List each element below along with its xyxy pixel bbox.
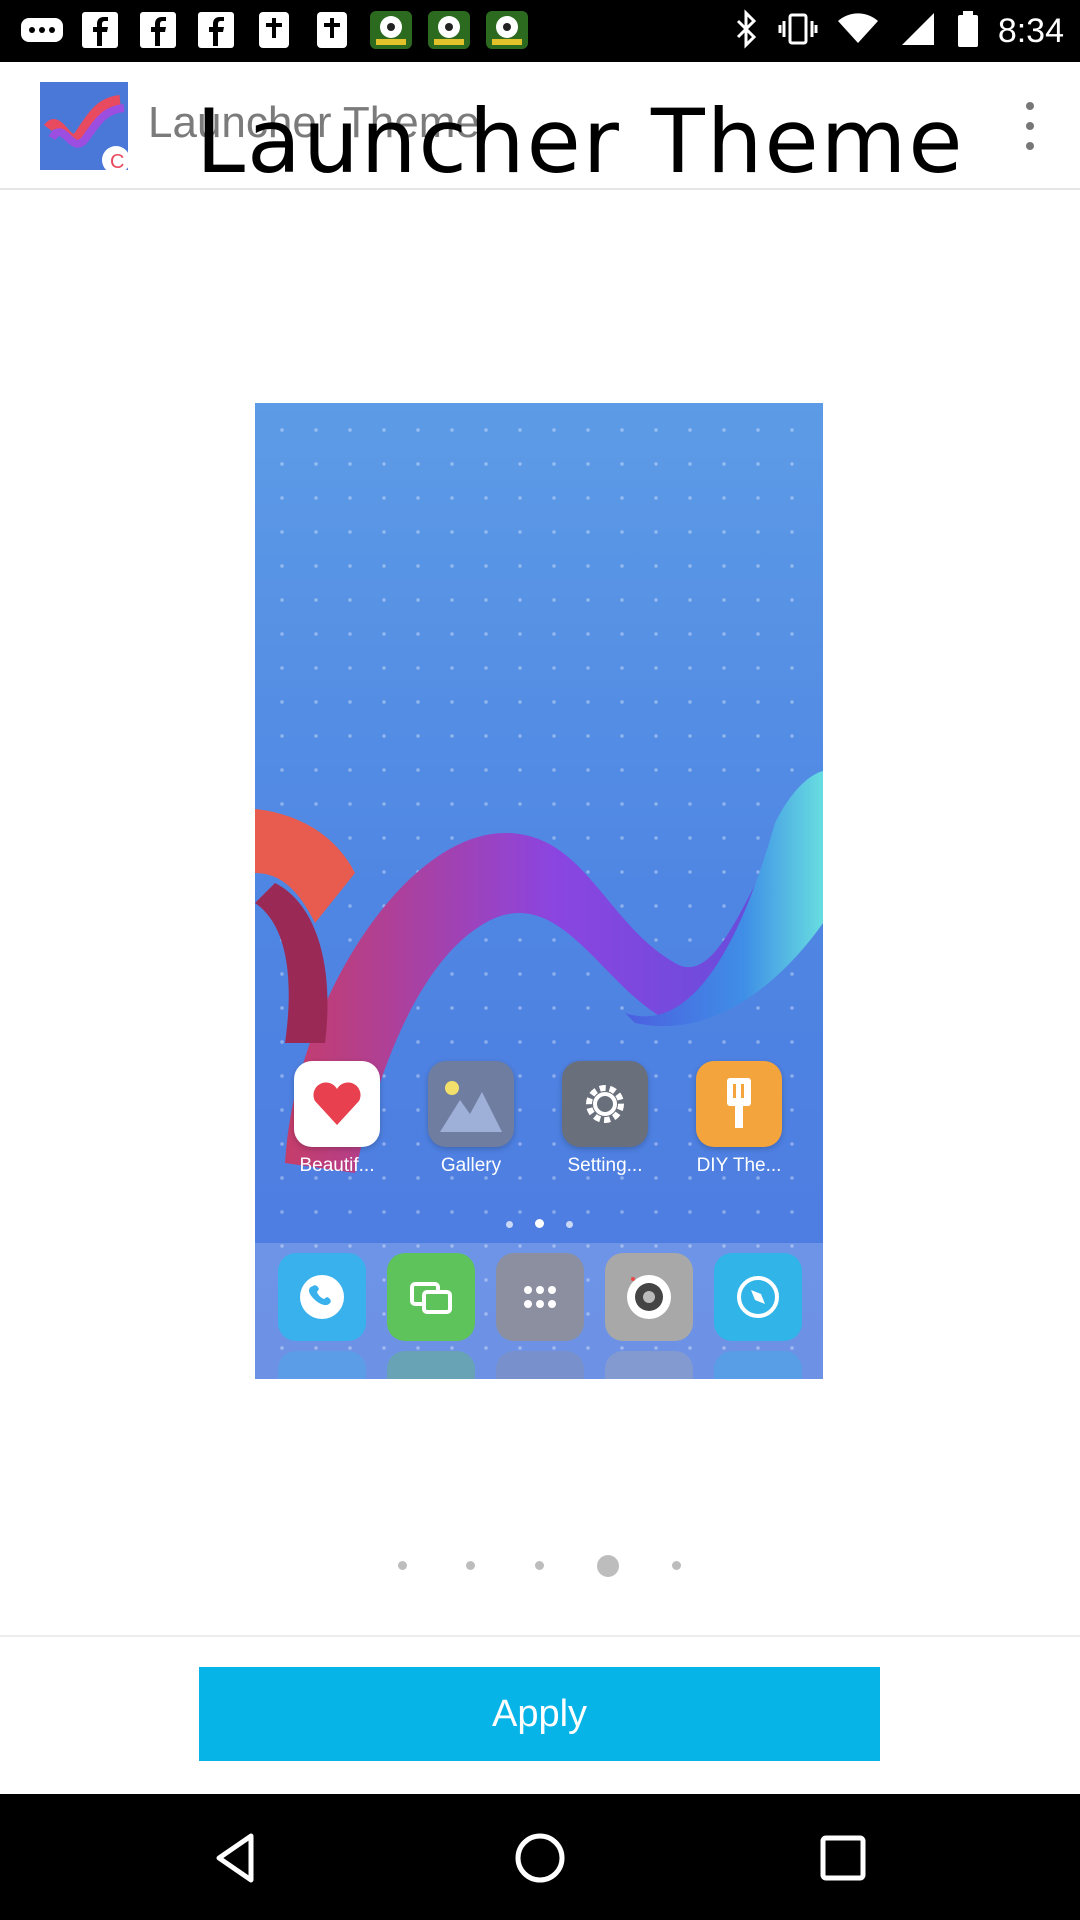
app-logo-icon: C	[40, 82, 130, 174]
battery-icon	[956, 9, 980, 53]
app-title-overlay: Launcher Theme	[196, 90, 965, 193]
clock: 8:34	[997, 11, 1064, 50]
app-bar: C Launcher Theme Launcher Theme	[0, 62, 1080, 193]
preview-wave-graphic	[255, 771, 823, 1173]
navigation-bar	[0, 1794, 1080, 1920]
back-button[interactable]	[199, 1820, 275, 1896]
apply-button[interactable]: Apply	[199, 1667, 880, 1761]
svg-text:C: C	[110, 151, 124, 170]
divider	[0, 1635, 1080, 1637]
home-icon	[515, 1833, 565, 1883]
system-icons: 8:34	[734, 0, 1064, 62]
preview-carousel-indicator[interactable]	[0, 1555, 1080, 1577]
app-label: DIY The...	[696, 1155, 782, 1176]
carousel-dot-active[interactable]	[597, 1555, 619, 1577]
home-button[interactable]	[502, 1820, 578, 1896]
theme-preview[interactable]: Beautif... Gallery Setting... DIY The...	[255, 403, 823, 1379]
vibrate-icon	[778, 9, 818, 53]
message-icon	[387, 1253, 475, 1341]
gear-icon	[562, 1061, 648, 1147]
browser-icon	[714, 1253, 802, 1341]
app-shortcut-beautiful[interactable]: Beautif...	[272, 1061, 402, 1177]
carousel-dot[interactable]	[672, 1561, 681, 1570]
soccer-game-icon	[368, 8, 412, 52]
facebook-icon	[194, 8, 238, 52]
bible-icon	[252, 8, 296, 52]
app-drawer-icon	[496, 1253, 584, 1341]
mountain-icon	[428, 1061, 514, 1147]
back-icon	[216, 1833, 254, 1883]
facebook-icon	[136, 8, 180, 52]
home-app-row: Beautif... Gallery Setting... DIY The...	[255, 1061, 823, 1201]
more-options-button[interactable]	[1010, 96, 1050, 156]
soccer-game-icon	[484, 8, 528, 52]
app-label: Setting...	[567, 1155, 643, 1176]
preview-page-indicator	[255, 1213, 823, 1232]
notification-icons	[20, 8, 528, 52]
paintbrush-icon	[696, 1061, 782, 1147]
app-shortcut-settings[interactable]: Setting...	[540, 1061, 670, 1177]
status-bar: 8:34	[0, 0, 1080, 62]
preview-dock	[255, 1243, 823, 1379]
carousel-dot[interactable]	[466, 1561, 475, 1570]
carousel-dot[interactable]	[398, 1561, 407, 1570]
wifi-icon	[836, 9, 880, 53]
facebook-icon	[78, 8, 122, 52]
bluetooth-icon	[734, 9, 760, 53]
recents-icon	[820, 1835, 866, 1881]
more-dots-icon	[20, 8, 64, 52]
phone-icon	[278, 1253, 366, 1341]
recents-button[interactable]	[805, 1820, 881, 1896]
app-label: Gallery	[440, 1155, 502, 1176]
app-shortcut-gallery[interactable]: Gallery	[406, 1061, 536, 1177]
soccer-game-icon	[426, 8, 470, 52]
signal-icon	[898, 9, 938, 53]
more-vert-icon	[1026, 102, 1034, 150]
bible-icon	[310, 8, 354, 52]
carousel-dot[interactable]	[535, 1561, 544, 1570]
heart-icon	[294, 1061, 380, 1147]
camera-icon	[605, 1253, 693, 1341]
app-shortcut-diy-theme[interactable]: DIY The...	[674, 1061, 804, 1177]
app-label: Beautif...	[299, 1155, 375, 1176]
